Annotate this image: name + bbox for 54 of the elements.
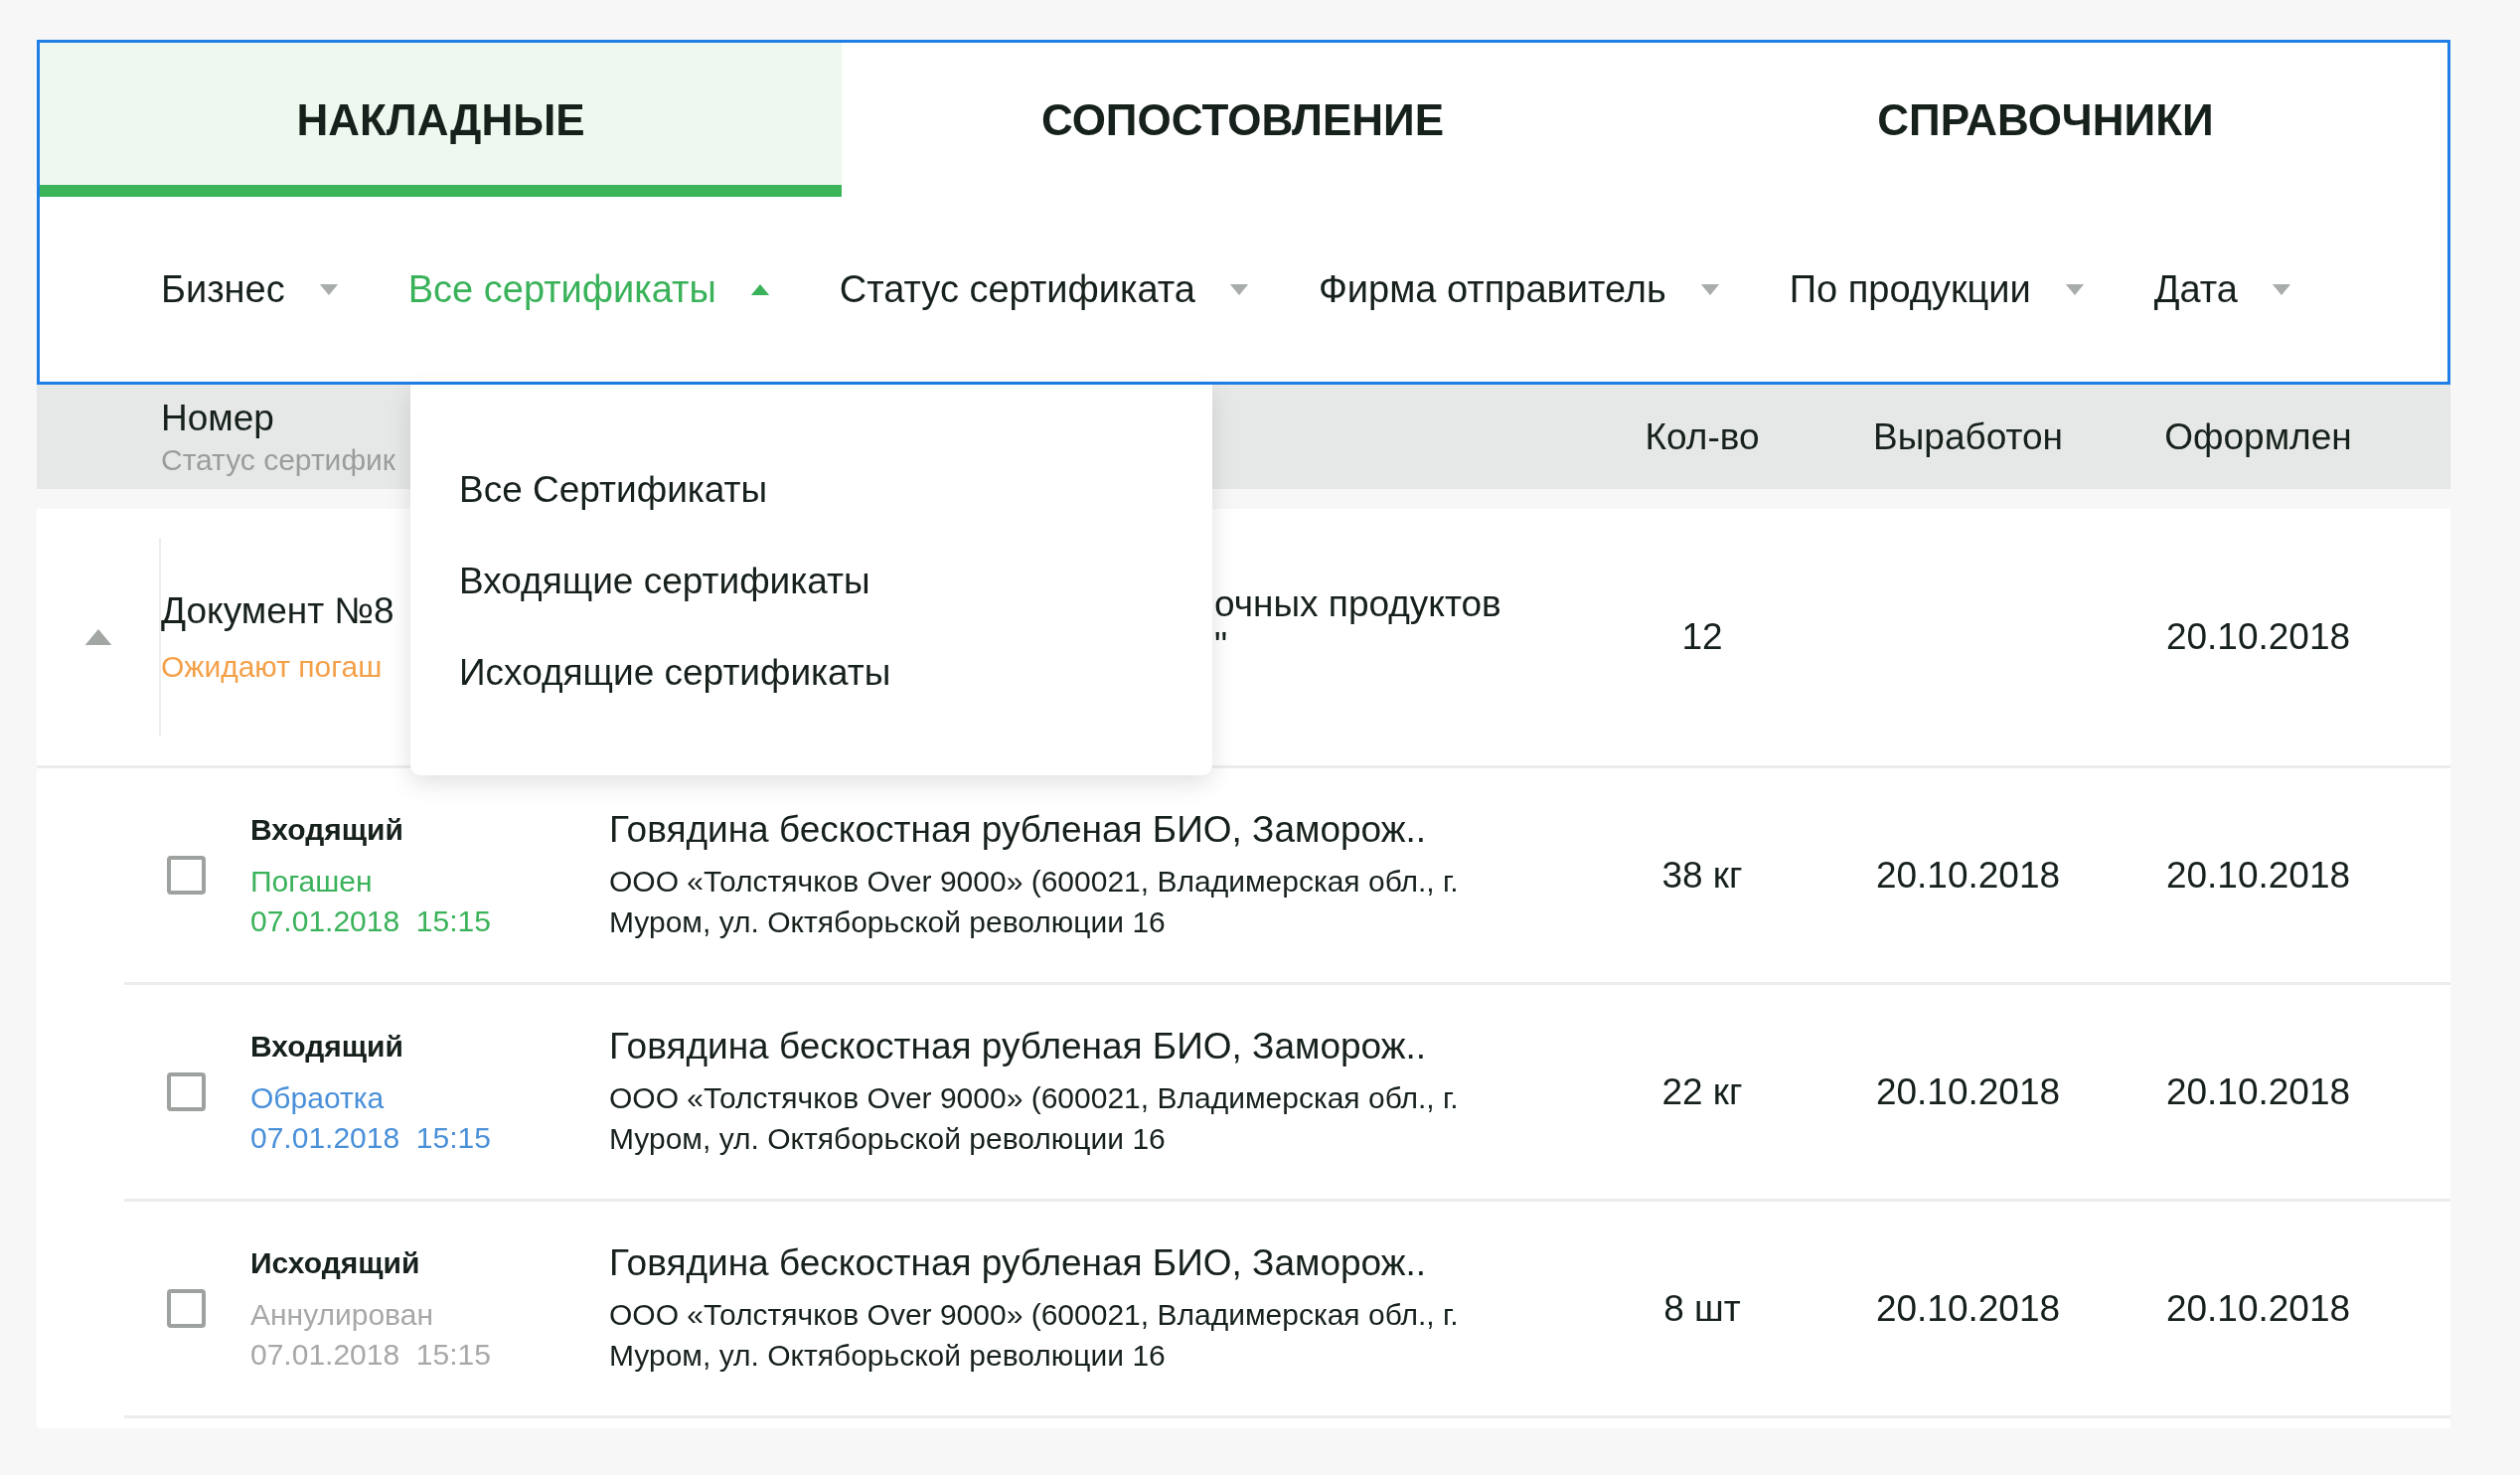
caret-icon: [749, 283, 770, 295]
document-title: Документ №8: [161, 590, 394, 632]
filter-dropdown[interactable]: Фирма отправитель: [1318, 267, 1720, 311]
caret-icon: [2271, 283, 2291, 295]
column-header: Кол-во: [1644, 415, 1761, 458]
column-subheader: Статус сертифик: [161, 442, 395, 477]
certificate-status: Погашен: [250, 863, 373, 900]
quantity: 22 кг: [1660, 1070, 1744, 1113]
document-status: Ожидают погаш: [161, 650, 383, 684]
date: 20.10.2018: [2164, 854, 2352, 897]
date: 20.10.2018: [2164, 616, 2352, 658]
column-header: Номер: [161, 397, 274, 439]
document-description: очных продуктов: [1214, 583, 1501, 625]
certificate-datetime: 07.01.2018 15:15: [250, 1119, 491, 1156]
date: 20.10.2018: [1874, 1287, 2062, 1330]
tab[interactable]: СПРАВОЧНИКИ: [1644, 43, 2447, 197]
column-header: Оформлен: [2163, 415, 2353, 458]
date: 20.10.2018: [1874, 854, 2062, 897]
product-name: Говядина бескостная рубленая БИО, Заморож..: [609, 1025, 1428, 1067]
filter-dropdown[interactable]: Дата: [2153, 267, 2291, 311]
tab[interactable]: НАКЛАДНЫЕ: [40, 43, 842, 197]
sender-address: ООО «Толстячков Over 9000» (600021, Владимерская обл., г. Муром, ул. Октяборьской революции 16: [609, 863, 1460, 940]
certificate-type: Исходящий: [250, 1244, 420, 1281]
product-name: Говядина бескостная рубленая БИО, Заморож..: [609, 808, 1428, 851]
menu-item[interactable]: Входящие сертификаты: [410, 536, 1212, 627]
filter-dropdown[interactable]: Бизнес: [161, 267, 339, 311]
sender-address: ООО «Толстячков Over 9000» (600021, Владимерская обл., г. Муром, ул. Октяборьской революции 16: [609, 1079, 1460, 1157]
document-description: ": [1214, 625, 1228, 667]
caret-icon: [1699, 283, 1720, 295]
column-header: Выработон: [1872, 415, 2064, 458]
quantity: 38 кг: [1660, 854, 1744, 897]
certificate-type: Входящий: [250, 811, 403, 848]
certificate-datetime: 07.01.2018 15:15: [250, 902, 491, 939]
quantity: 8 шт: [1662, 1287, 1742, 1330]
certificate-datetime: 07.01.2018 15:15: [250, 1336, 491, 1373]
menu-item[interactable]: Исходящие сертификаты: [410, 627, 1212, 719]
date: 20.10.2018: [2164, 1287, 2352, 1330]
caret-icon: [2064, 283, 2085, 295]
date: 20.10.2018: [1874, 1070, 2062, 1113]
certificate-status: Обраотка: [250, 1079, 385, 1116]
caret-icon: [1228, 283, 1249, 295]
caret-icon: [318, 283, 339, 295]
checkbox[interactable]: [167, 1289, 206, 1328]
date: 20.10.2018: [2164, 1070, 2352, 1113]
certificate-status: Аннулирован: [250, 1296, 433, 1333]
sender-address: ООО «Толстячков Over 9000» (600021, Владимерская обл., г. Муром, ул. Октяборьской революции 16: [609, 1296, 1460, 1374]
filter-dropdown[interactable]: По продукции: [1789, 267, 2085, 311]
tab[interactable]: СОПОСТОВЛЕНИЕ: [842, 43, 1644, 197]
product-name: Говядина бескостная рубленая БИО, Заморож..: [609, 1241, 1428, 1284]
checkbox[interactable]: [167, 1072, 206, 1111]
checkbox[interactable]: [167, 856, 206, 895]
filter-dropdown[interactable]: Статус сертификата: [839, 267, 1249, 311]
quantity: 12: [1680, 616, 1724, 658]
certificate-type: Входящий: [250, 1028, 403, 1065]
